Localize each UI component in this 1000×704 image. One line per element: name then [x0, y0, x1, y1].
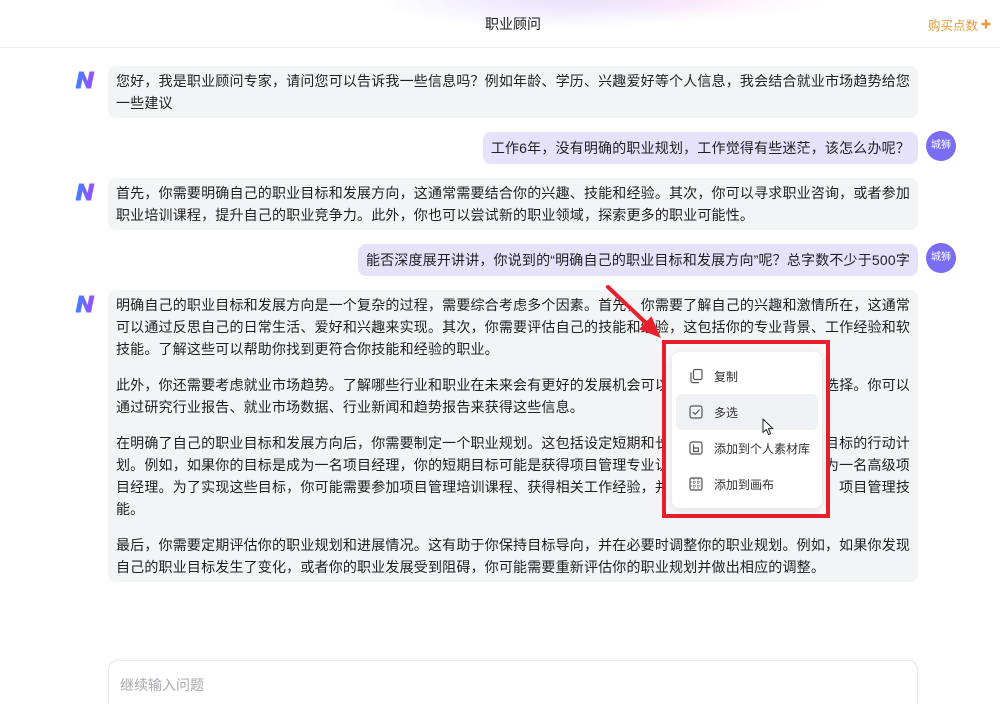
bot-message-bubble[interactable]: 首先，你需要明确自己的职业目标和发展方向，这通常需要结合你的兴趣、技能和经验。其… — [108, 178, 918, 230]
message-line: 明确自己的职业目标和发展方向是一个复杂的过程，需要综合考虑多个因素。首先，你需要… — [116, 297, 911, 313]
line-start: 划。例如，如果你的目标是成为一名项目经理，你的短期目标可能是获得项目管理专业认 — [116, 457, 670, 473]
line-start: 在明确了自己的职业目标和发展方向后，你需要制定一个职业规划。这包括设定短期和长 — [116, 435, 670, 451]
menu-item-label: 添加到画布 — [714, 477, 775, 492]
message-line: 自己的职业目标发生了变化，或者你的职业发展受到阻碍，你可能需要重新评估你的职业规… — [116, 559, 825, 575]
user-avatar[interactable]: 城狮 — [926, 131, 956, 161]
menu-item-label: 添加到个人素材库 — [714, 441, 811, 456]
menu-item-copy[interactable]: 复制 — [676, 358, 818, 394]
brand-n-logo-icon — [75, 183, 95, 201]
message-line: 首先，你需要明确自己的职业目标和发展方向，这通常需要结合你的兴趣、技能和经验。其… — [116, 185, 911, 201]
plus-icon — [981, 19, 991, 29]
user-message-bubble[interactable]: 能否深度展开讲讲，你说到的“明确自己的职业目标和发展方向”呢？总字数不少于500… — [357, 244, 918, 276]
brand-n-logo-icon — [75, 71, 95, 89]
line-end: 为一名高级项 — [824, 457, 910, 473]
buy-points-button[interactable]: 购买点数 — [928, 15, 991, 33]
canvas-grid-icon — [688, 476, 704, 492]
line-start: 此外，你还需要考虑就业市场趋势。了解哪些行业和职业在未来会有更好的发展机会可以 — [116, 377, 670, 393]
context-menu: 复制 多选 添加到个人素材库 添加到画布 — [672, 352, 822, 508]
message-line: 可以通过反思自己的日常生活、爱好和兴趣来实现。其次，你需要评估自己的技能和经验，… — [116, 319, 911, 335]
menu-item-multi-select[interactable]: 多选 — [676, 394, 818, 430]
menu-item-add-to-library[interactable]: 添加到个人素材库 — [676, 430, 818, 466]
top-bar: 职业顾问 购买点数 — [0, 0, 1000, 48]
copy-icon — [688, 368, 704, 384]
line-end: 选择。你可以 — [824, 377, 910, 393]
library-icon — [688, 440, 704, 456]
message-line: 最后，你需要定期评估你的职业规划和进展情况。这有助于你保持目标导向，并在必要时调… — [116, 537, 911, 553]
message-line: 能否深度展开讲讲，你说到的“明确自己的职业目标和发展方向”呢？总字数不少于500… — [365, 252, 910, 268]
message-line: 职业培训课程，提升自己的职业竞争力。此外，你也可以尝试新的职业领域，探索更多的职… — [116, 207, 755, 223]
menu-item-label: 复制 — [714, 369, 739, 384]
question-input[interactable] — [120, 675, 900, 695]
question-input-box — [108, 660, 918, 704]
buy-points-label: 购买点数 — [928, 18, 979, 33]
menu-item-add-to-canvas[interactable]: 添加到画布 — [676, 466, 818, 502]
brand-n-logo-icon — [75, 295, 95, 313]
answer-paragraph: 最后，你需要定期评估你的职业规划和进展情况。这有助于你保持目标导向，并在必要时调… — [116, 534, 910, 578]
bot-message-bubble[interactable]: 您好，我是职业顾问专家，请问您可以告诉我一些信息吗？例如年龄、学历、兴趣爱好等个… — [108, 66, 918, 118]
message-line: 工作6年，没有明确的职业规划，工作觉得有些迷茫，该怎么办呢？ — [490, 140, 910, 156]
page-title: 职业顾问 — [485, 16, 541, 32]
line-start: 目经理。为了实现这些目标，你可能需要参加项目管理培训课程、获得相关工作经验，并 — [116, 479, 670, 495]
menu-item-label: 多选 — [714, 405, 739, 420]
line-end: 项目管理技 — [839, 479, 910, 495]
checkbox-icon — [688, 404, 704, 420]
line-end: 目标的行动计 — [824, 435, 910, 451]
user-message-bubble[interactable]: 工作6年，没有明确的职业规划，工作觉得有些迷茫，该怎么办呢？ — [482, 132, 918, 164]
message-line: 一些建议 — [116, 95, 173, 111]
message-line: 您好，我是职业顾问专家，请问您可以告诉我一些信息吗？例如年龄、学历、兴趣爱好等个… — [116, 73, 911, 89]
mouse-cursor-icon — [762, 418, 774, 436]
chat-page: 职业顾问 购买点数 您好，我是职业顾问专家，请问您可以告诉我一些信息吗？例如年龄… — [0, 0, 1000, 704]
user-avatar[interactable]: 城狮 — [926, 243, 956, 273]
